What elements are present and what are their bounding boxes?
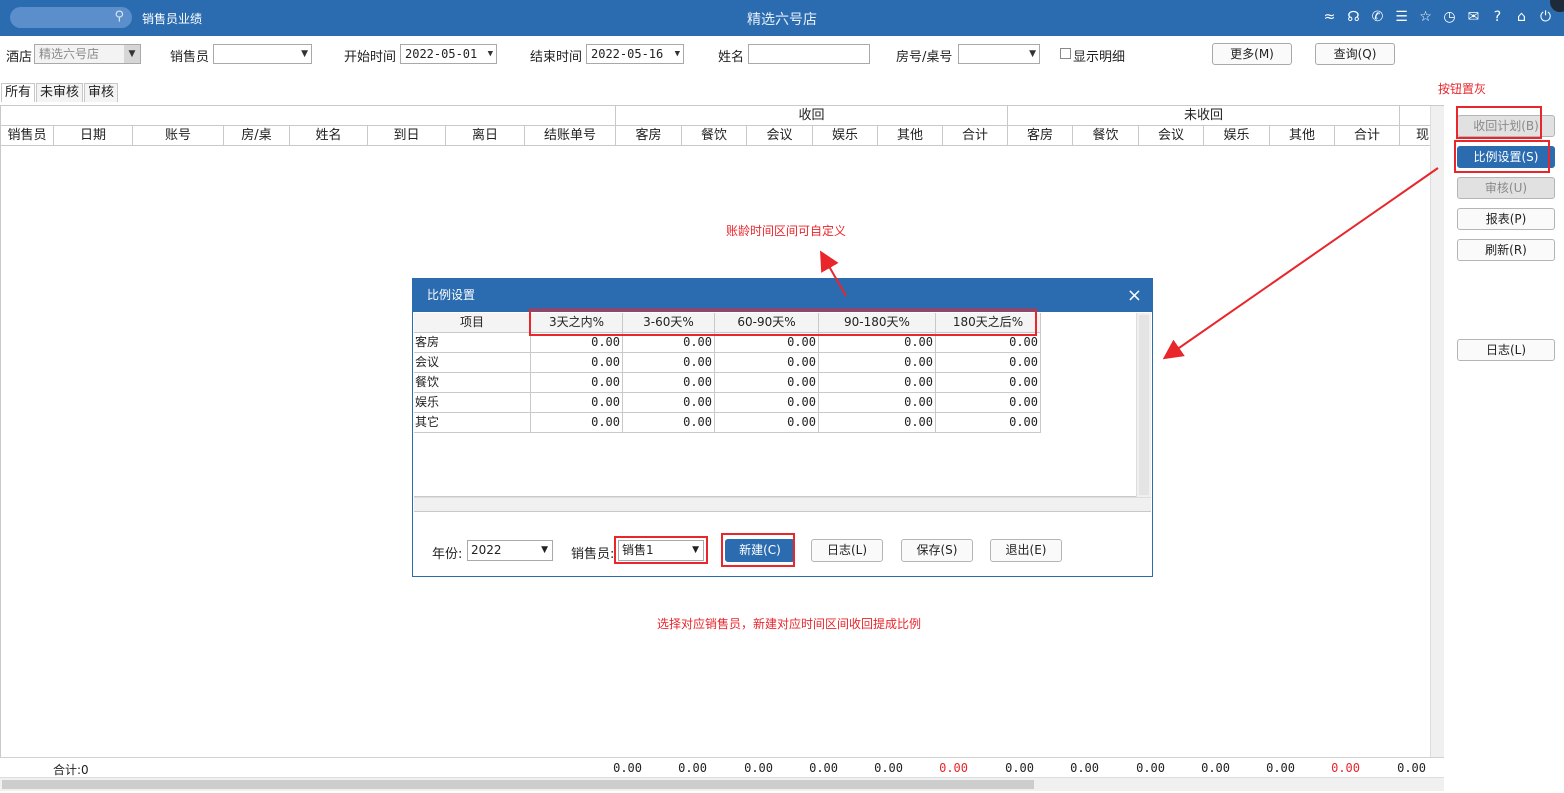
- arrow-to-dialog: [1162, 167, 1439, 360]
- arrow-to-interval-note: [820, 250, 847, 297]
- annotation-arrows: [820, 167, 1439, 360]
